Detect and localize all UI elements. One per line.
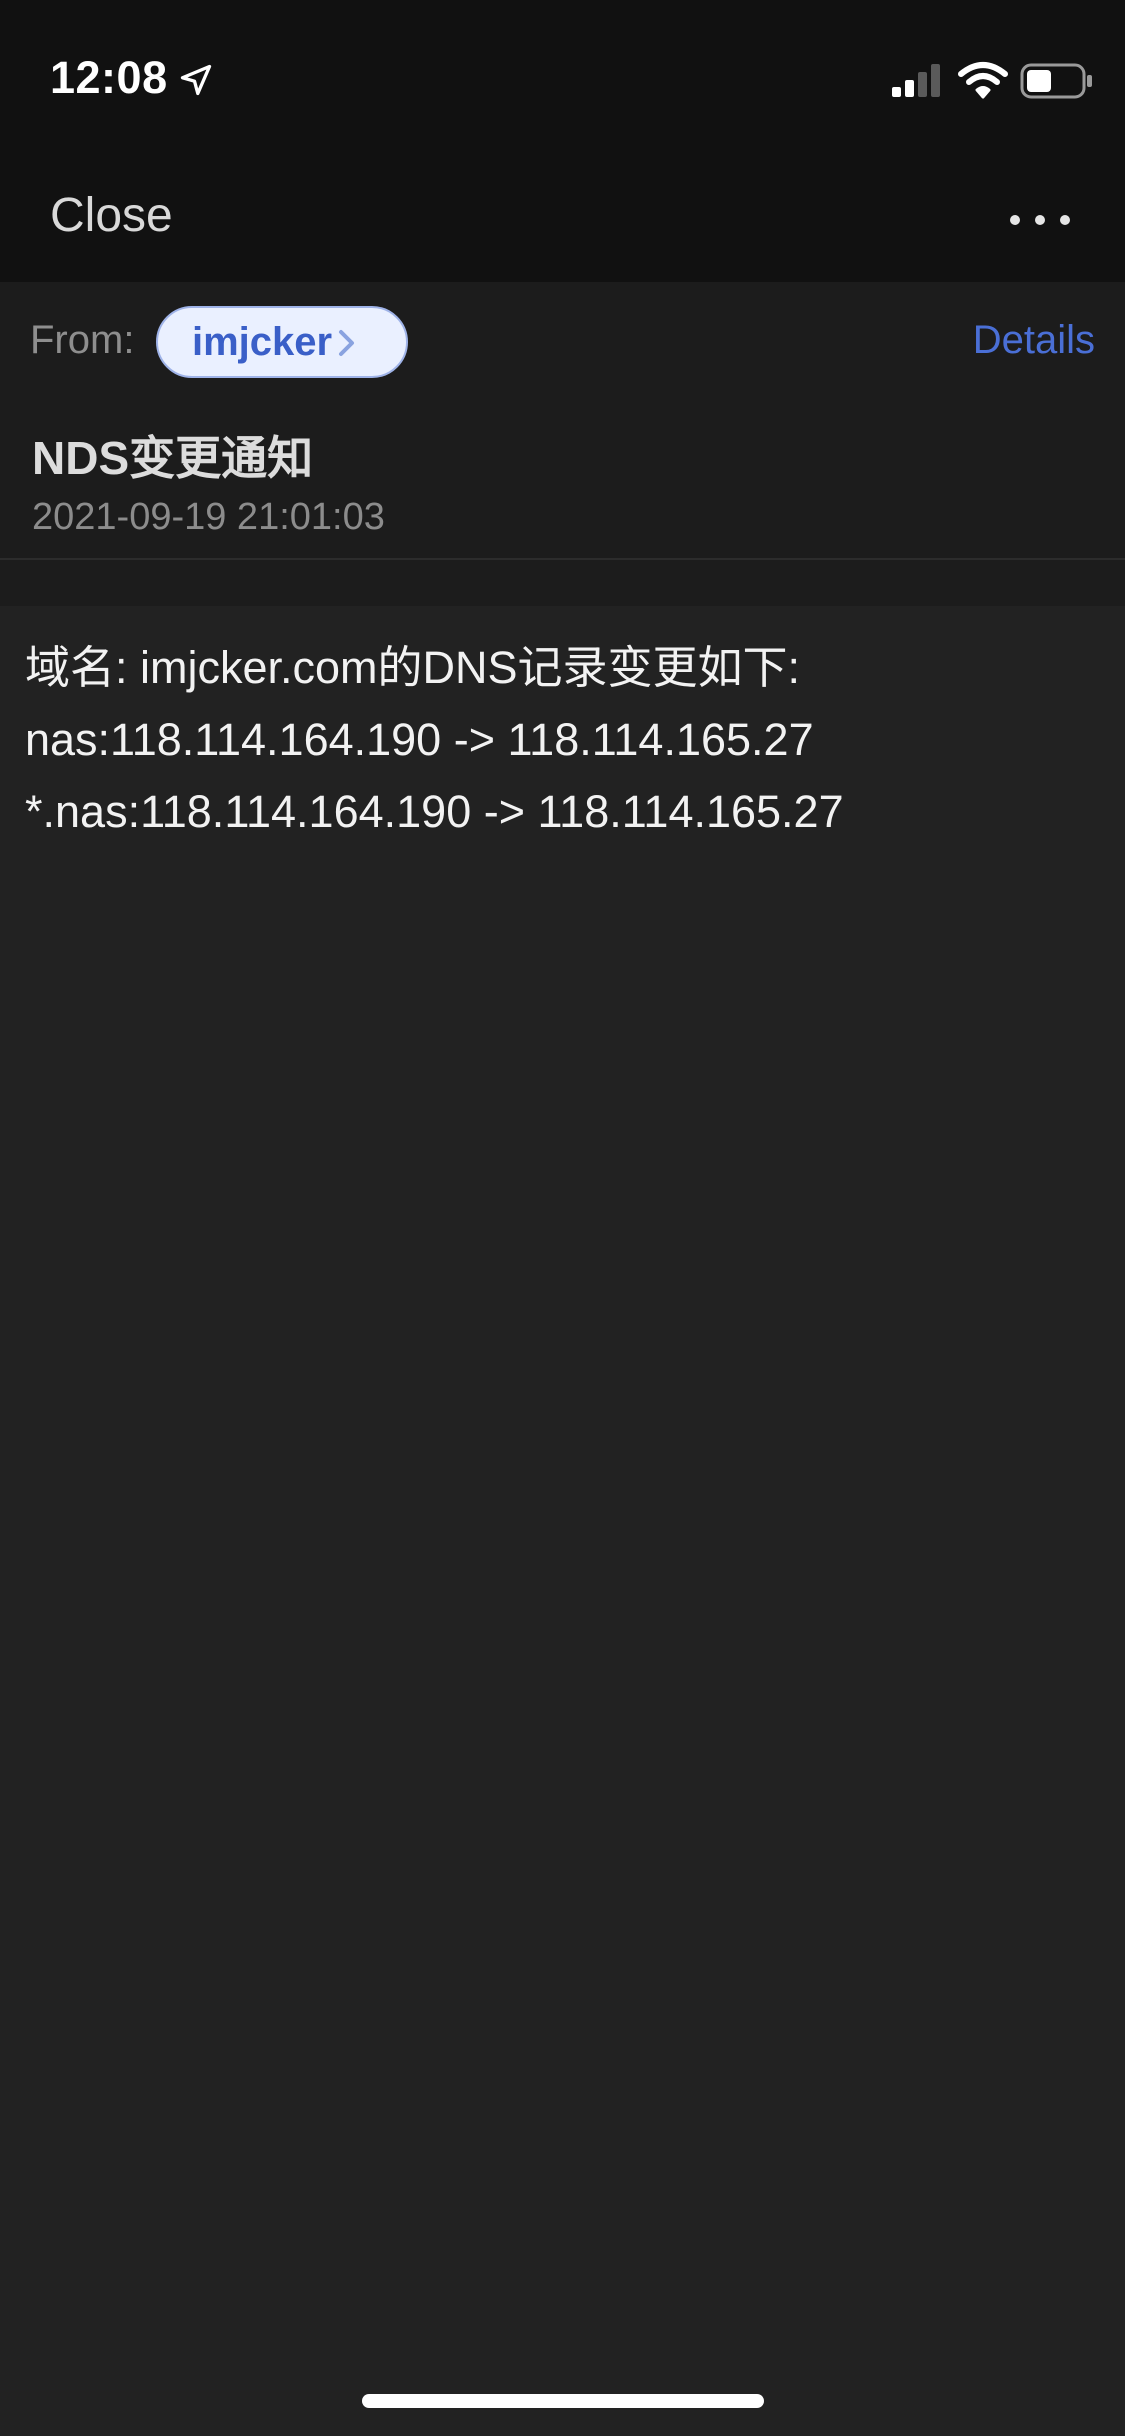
location-arrow-icon xyxy=(180,64,212,96)
cellular-signal-icon xyxy=(892,64,940,97)
sent-date: 2021-09-19 21:01:03 xyxy=(32,496,385,538)
body-line: *.nas:118.114.164.190 -> 118.114.165.27 xyxy=(25,786,844,837)
battery-icon xyxy=(1020,63,1092,99)
body-line: 域名: imjcker.com的DNS记录变更如下: xyxy=(25,642,801,693)
details-link[interactable]: Details xyxy=(973,318,1095,363)
close-button[interactable]: Close xyxy=(50,188,173,243)
status-bar: 12:08 xyxy=(0,0,1125,160)
from-row: From: imjcker Details xyxy=(0,282,1125,402)
status-time: 12:08 xyxy=(50,52,168,103)
sender-name: imjcker xyxy=(192,320,333,364)
subject-block: NDS变更通知 2021-09-19 21:01:03 xyxy=(0,400,1125,560)
subject-title: NDS变更通知 xyxy=(32,432,314,484)
navigation-bar: Close xyxy=(0,160,1125,282)
divider-band xyxy=(0,560,1125,606)
body-line: nas:118.114.164.190 -> 118.114.165.27 xyxy=(25,714,814,765)
home-indicator[interactable] xyxy=(362,2394,764,2408)
wifi-icon xyxy=(958,62,1008,99)
mail-body: 域名: imjcker.com的DNS记录变更如下: nas:118.114.1… xyxy=(25,632,1095,848)
sender-chip[interactable]: imjcker xyxy=(156,306,408,378)
chevron-right-icon xyxy=(339,330,354,356)
from-label: From: xyxy=(30,318,135,362)
mail-detail-screen: 12:08 Close From: imjcker Details NDS变更通… xyxy=(0,0,1125,2436)
more-options-icon[interactable] xyxy=(1005,190,1075,250)
